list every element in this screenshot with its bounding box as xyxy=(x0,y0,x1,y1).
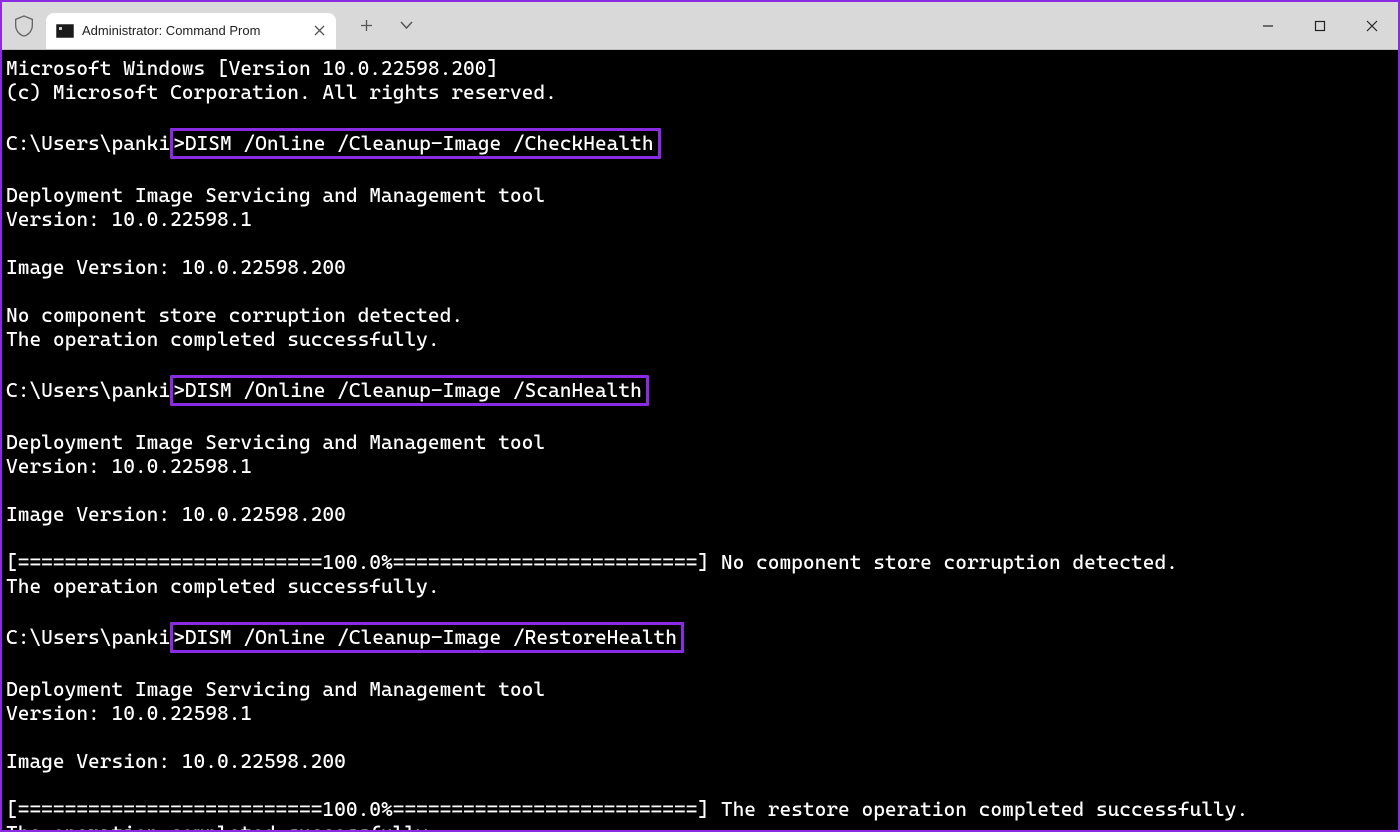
progress-bar: [==========================100.0%=======… xyxy=(6,797,721,821)
cmd-restorehealth: >DISM /Online /Cleanup-Image /RestoreHea… xyxy=(170,622,684,653)
close-window-button[interactable] xyxy=(1346,2,1398,49)
scan-result: No component store corruption detected. xyxy=(721,550,1178,574)
close-tab-button[interactable] xyxy=(310,22,328,40)
os-banner: Microsoft Windows [Version 10.0.22598.20… xyxy=(6,56,498,80)
op-complete: The operation completed successfully. xyxy=(6,327,440,351)
app-window: Administrator: Command Prom Mic xyxy=(0,0,1400,832)
image-version: Image Version: 10.0.22598.200 xyxy=(6,749,346,773)
maximize-button[interactable] xyxy=(1294,2,1346,49)
terminal-output[interactable]: Microsoft Windows [Version 10.0.22598.20… xyxy=(2,50,1398,830)
progress-bar: [==========================100.0%=======… xyxy=(6,550,721,574)
active-tab[interactable]: Administrator: Command Prom xyxy=(46,13,336,49)
image-version: Image Version: 10.0.22598.200 xyxy=(6,502,346,526)
minimize-button[interactable] xyxy=(1242,2,1294,49)
image-version: Image Version: 10.0.22598.200 xyxy=(6,255,346,279)
tab-dropdown-button[interactable] xyxy=(386,8,426,44)
cmd-text: DISM /Online /Cleanup-Image /ScanHealth xyxy=(185,378,642,402)
cmd-icon xyxy=(56,24,74,38)
restore-result: The restore operation completed successf… xyxy=(721,797,1248,821)
shield-icon xyxy=(2,2,46,49)
prompt: C:\Users\panki xyxy=(6,625,170,649)
new-tab-button[interactable] xyxy=(346,8,386,44)
dism-title: Deployment Image Servicing and Managemen… xyxy=(6,677,545,701)
dism-title: Deployment Image Servicing and Managemen… xyxy=(6,430,545,454)
cmd-scanhealth: >DISM /Online /Cleanup-Image /ScanHealth xyxy=(170,375,649,406)
window-controls xyxy=(1242,2,1398,49)
dism-version: Version: 10.0.22598.1 xyxy=(6,207,252,231)
cmd-checkhealth: >DISM /Online /Cleanup-Image /CheckHealt… xyxy=(170,128,660,159)
dism-version: Version: 10.0.22598.1 xyxy=(6,701,252,725)
check-result: No component store corruption detected. xyxy=(6,303,463,327)
tab-title: Administrator: Command Prom xyxy=(82,23,302,38)
op-complete: The operation completed successfully. xyxy=(6,821,440,830)
op-complete: The operation completed successfully. xyxy=(6,574,440,598)
cmd-text: DISM /Online /Cleanup-Image /RestoreHeal… xyxy=(185,625,677,649)
titlebar[interactable]: Administrator: Command Prom xyxy=(2,2,1398,50)
dism-title: Deployment Image Servicing and Managemen… xyxy=(6,183,545,207)
prompt: C:\Users\panki xyxy=(6,378,170,402)
tab-actions xyxy=(346,8,426,44)
copyright: (c) Microsoft Corporation. All rights re… xyxy=(6,80,557,104)
dism-version: Version: 10.0.22598.1 xyxy=(6,454,252,478)
cmd-text: DISM /Online /Cleanup-Image /CheckHealth xyxy=(185,131,654,155)
prompt: C:\Users\panki xyxy=(6,131,170,155)
